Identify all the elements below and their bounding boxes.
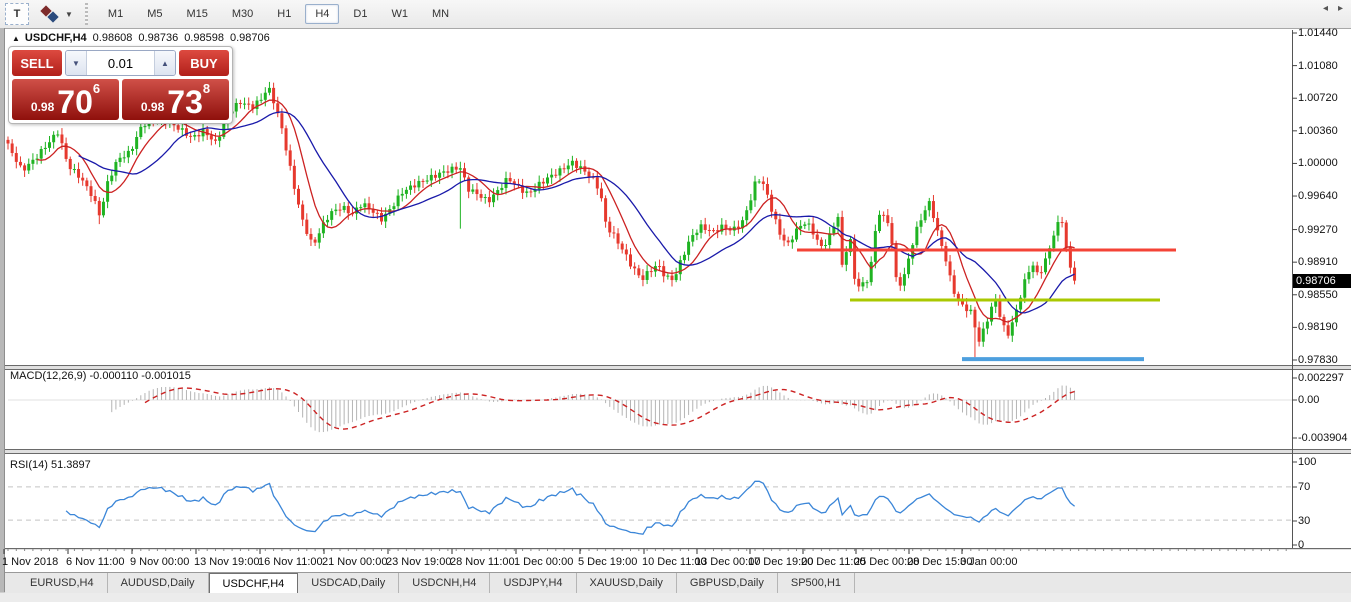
current-price-tag: 0.98706: [1293, 274, 1351, 288]
low-value: 0.98598: [184, 32, 224, 44]
chart-tab-audusd[interactable]: AUDUSD,Daily: [108, 573, 209, 593]
one-click-trading-panel: SELL ▼ 0.01 ▲ BUY 0.98 70 6 0.98 73 8: [8, 46, 233, 124]
chart-tab-xauusd[interactable]: XAUUSD,Daily: [577, 573, 677, 593]
price-axis-label: 0.98550: [1298, 289, 1338, 301]
sell-price-button[interactable]: 0.98 70 6: [12, 79, 119, 120]
time-axis-label: 6 Nov 11:00: [66, 556, 125, 568]
time-axis-label: 23 Nov 19:00: [386, 556, 451, 568]
price-axis-label: 0.99270: [1298, 224, 1338, 236]
buy-price-prefix: 0.98: [141, 100, 164, 114]
chart-title: ▲ USDCHF,H4 0.98608 0.98736 0.98598 0.98706: [12, 32, 270, 44]
price-axis-label: 1.00720: [1298, 92, 1338, 104]
indicator-axis-label: 100: [1298, 456, 1316, 468]
time-axis-label: 1 Nov 2018: [2, 556, 58, 568]
mt4-terminal-window: { "toolbar": { "text_tool_label": "T", "…: [0, 0, 1351, 602]
volume-stepper: ▼ 0.01 ▲: [65, 50, 176, 76]
macd-label: MACD(12,26,9): [10, 370, 86, 382]
buy-button[interactable]: BUY: [179, 50, 229, 76]
macd-header: MACD(12,26,9) -0.000110 -0.001015: [10, 370, 191, 382]
indicator-axis-label: 70: [1298, 481, 1310, 493]
time-axis-label: 13 Nov 19:00: [194, 556, 259, 568]
sell-price-pip-digit: 6: [93, 81, 100, 96]
indicator-axis-label: 0.002297: [1298, 372, 1344, 384]
time-axis-label: 16 Nov 11:00: [258, 556, 323, 568]
price-axis-label: 1.01080: [1298, 60, 1338, 72]
chart-tab-usdjpy[interactable]: USDJPY,H4: [490, 573, 576, 593]
price-axis-label: 0.99640: [1298, 190, 1338, 202]
sell-button[interactable]: SELL: [12, 50, 62, 76]
time-axis-label: 21 Nov 00:00: [322, 556, 387, 568]
symbol-label: USDCHF,H4: [25, 32, 87, 44]
price-axis-label: 0.98910: [1298, 256, 1338, 268]
price-axis-label: 1.00360: [1298, 125, 1338, 137]
chart-tab-eurusd[interactable]: EURUSD,H4: [17, 573, 108, 593]
rsi-label: RSI(14): [10, 459, 48, 471]
time-axis-label: 3 Jan 00:00: [960, 556, 1018, 568]
tabs: EURUSD,H4AUDUSD,DailyUSDCHF,H4USDCAD,Dai…: [5, 573, 855, 593]
chart-tab-usdcnh[interactable]: USDCNH,H4: [399, 573, 490, 593]
volume-input[interactable]: 0.01: [86, 51, 155, 75]
time-axis-label: 28 Nov 11:00: [450, 556, 515, 568]
price-axis-label: 1.01440: [1298, 27, 1338, 39]
chart-tab-gbpusd[interactable]: GBPUSD,Daily: [677, 573, 778, 593]
buy-price-big-digits: 73: [167, 87, 203, 117]
rsi-value: 51.3897: [51, 459, 91, 471]
indicator-axis-label: 0: [1298, 539, 1304, 551]
indicator-axis-label: 0.00: [1298, 394, 1319, 406]
open-value: 0.98608: [93, 32, 133, 44]
sell-price-prefix: 0.98: [31, 100, 54, 114]
price-axis-label: 1.00000: [1298, 157, 1338, 169]
close-value: 0.98706: [230, 32, 270, 44]
macd-signal-value: -0.001015: [141, 370, 191, 382]
time-axis-label: 5 Dec 19:00: [578, 556, 637, 568]
macd-main-value: -0.000110: [89, 370, 138, 382]
chart-tab-bar: EURUSD,H4AUDUSD,DailyUSDCHF,H4USDCAD,Dai…: [5, 572, 1351, 593]
price-axis-label: 0.97830: [1298, 354, 1338, 366]
volume-decrease-button[interactable]: ▼: [66, 51, 86, 75]
volume-increase-button[interactable]: ▲: [155, 51, 175, 75]
current-price-value: 0.98706: [1296, 275, 1336, 287]
chart-tab-sp500[interactable]: SP500,H1: [778, 573, 855, 593]
sell-price-big-digits: 70: [57, 87, 93, 117]
indicator-axis-label: 30: [1298, 515, 1310, 527]
indicator-axis-label: -0.003904: [1298, 432, 1348, 444]
buy-price-pip-digit: 8: [203, 81, 210, 96]
price-axis-label: 0.98190: [1298, 321, 1338, 333]
buy-price-button[interactable]: 0.98 73 8: [122, 79, 229, 120]
time-axis-label: 9 Nov 00:00: [130, 556, 189, 568]
expand-triangle-icon[interactable]: ▲: [12, 34, 20, 43]
time-axis-label: 1 Dec 00:00: [514, 556, 573, 568]
chart-tab-usdcad[interactable]: USDCAD,Daily: [298, 573, 399, 593]
high-value: 0.98736: [138, 32, 178, 44]
rsi-header: RSI(14) 51.3897: [10, 459, 91, 471]
chart-tab-usdchf[interactable]: USDCHF,H4: [209, 573, 299, 593]
